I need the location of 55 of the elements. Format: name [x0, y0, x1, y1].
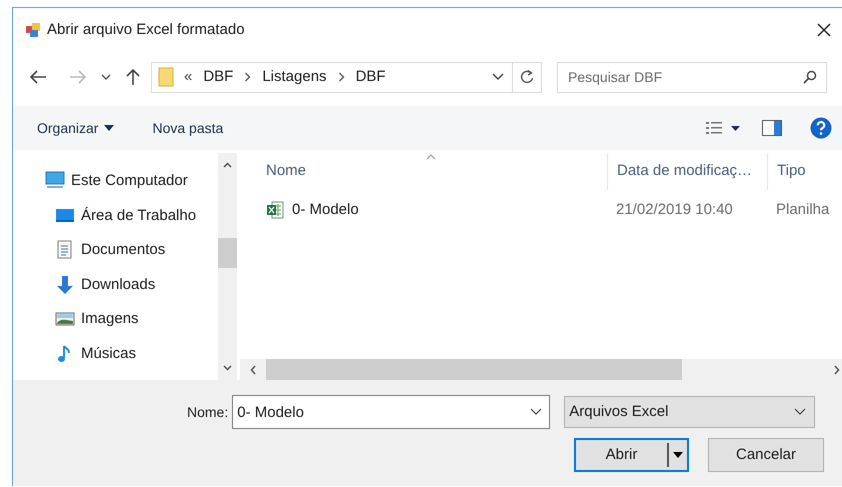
window-title: Abrir arquivo Excel formatado: [47, 20, 245, 40]
caret-icon[interactable]: [673, 452, 683, 458]
file-type-dropdown[interactable]: Arquivos Excel: [564, 396, 816, 428]
search-icon: [803, 70, 817, 84]
back-arrow-icon[interactable]: [29, 69, 47, 85]
scrollbar-thumb[interactable]: [218, 238, 237, 268]
chevron-down-icon[interactable]: [794, 408, 806, 416]
sidebar-item[interactable]: Documentos: [81, 239, 166, 262]
new-folder-button[interactable]: Nova pasta: [152, 118, 224, 138]
sidebar-item[interactable]: Imagens: [81, 308, 139, 330]
split-button[interactable]: Abrir: [574, 438, 689, 472]
app-icon: [25, 22, 41, 38]
close-icon[interactable]: [816, 22, 832, 38]
search-field[interactable]: Pesquisar DBF: [557, 62, 827, 92]
up-arrow-icon[interactable]: [125, 68, 141, 86]
button[interactable]: Cancelar: [708, 438, 824, 472]
scroll-up-icon[interactable]: [223, 162, 232, 168]
breadcrumb[interactable]: DBF: [203, 66, 234, 88]
vertical-scrollbar[interactable]: [218, 153, 237, 380]
file-name-field[interactable]: 0- Modelo: [232, 395, 550, 429]
horizontal-scrollbar[interactable]: [240, 359, 842, 380]
caret-icon[interactable]: [104, 125, 114, 131]
breadcrumb[interactable]: DBF: [356, 66, 386, 88]
chevron-right-icon[interactable]: [338, 72, 345, 82]
address-bar[interactable]: « DBF Listagens DBF: [151, 62, 542, 92]
scroll-right-icon[interactable]: [834, 364, 840, 374]
chevron-down-icon[interactable]: [492, 73, 504, 81]
file-name-label: Nome:: [187, 402, 228, 422]
scrollbar-thumb[interactable]: [266, 359, 682, 380]
view-options-icon[interactable]: [706, 121, 740, 135]
preview-pane-icon[interactable]: [762, 120, 782, 136]
column-header[interactable]: Tipo: [767, 153, 842, 190]
breadcrumb-overflow[interactable]: «: [184, 66, 192, 88]
breadcrumb[interactable]: Listagens: [262, 66, 327, 88]
organize-menu[interactable]: Organizar: [37, 118, 114, 138]
refresh-icon[interactable]: [519, 69, 535, 85]
sidebar-item[interactable]: Área de Trabalho: [81, 204, 196, 227]
down-arrow-icon: [55, 274, 75, 295]
sidebar-item[interactable]: Downloads: [81, 274, 156, 296]
sidebar-item[interactable]: Este Computador: [71, 170, 188, 192]
spreadsheet-icon: [266, 200, 286, 220]
table-cell-text: Planilha: [776, 200, 830, 220]
file-name[interactable]: 0- Modelo: [292, 198, 359, 222]
chevron-right-icon[interactable]: [244, 72, 252, 82]
folder-icon: [158, 67, 174, 87]
table-cell-text: 21/02/2019 10:40: [616, 200, 733, 220]
scroll-left-icon[interactable]: [250, 364, 256, 374]
column-header[interactable]: Nome: [240, 153, 607, 190]
help-icon[interactable]: [810, 117, 832, 139]
scroll-down-icon[interactable]: [223, 365, 232, 371]
chevron-down-icon[interactable]: [101, 73, 111, 81]
column-header[interactable]: Data de modificaç…: [607, 153, 767, 190]
sidebar-item[interactable]: Músicas: [81, 342, 136, 365]
chevron-down-icon[interactable]: [530, 408, 542, 416]
sort-caret-icon[interactable]: [426, 154, 436, 160]
